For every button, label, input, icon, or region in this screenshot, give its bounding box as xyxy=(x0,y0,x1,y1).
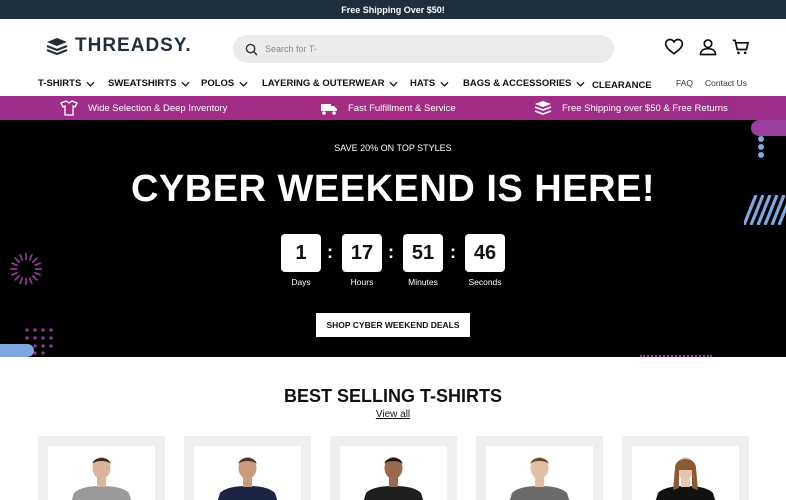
product-card[interactable] xyxy=(622,436,749,500)
tshirt-shape xyxy=(217,486,278,500)
nav-item-label: LAYERING & OUTERWEAR xyxy=(262,78,385,89)
product-card[interactable] xyxy=(330,436,457,500)
product-card[interactable] xyxy=(184,436,311,500)
nav-item-label: CLEARANCE xyxy=(592,80,652,91)
product-card[interactable] xyxy=(38,436,165,500)
promo-text: Free Shipping Over $50! xyxy=(341,4,445,15)
countdown-separator: : xyxy=(327,242,333,262)
tshirt-stack-icon xyxy=(60,100,78,116)
product-image xyxy=(48,446,155,500)
logo-icon xyxy=(46,38,68,56)
tshirt-shape xyxy=(363,486,424,500)
nav-item-layering-outerwear[interactable]: LAYERING & OUTERWEAR xyxy=(262,78,399,89)
countdown-separator: : xyxy=(450,242,456,262)
benefit-text: Wide Selection & Deep Inventory xyxy=(88,102,228,114)
faq-link[interactable]: FAQ xyxy=(676,78,693,88)
hero-banner: SAVE 20% ON TOP STYLES CYBER WEEKEND IS … xyxy=(0,120,786,357)
benefit-text: Fast Fulfillment & Service xyxy=(348,102,456,114)
promo-bar: Free Shipping Over $50! xyxy=(0,0,786,19)
product-image xyxy=(486,446,593,500)
search-icon xyxy=(245,43,258,56)
product-card[interactable] xyxy=(476,436,603,500)
contact-us-link[interactable]: Contact Us xyxy=(705,78,747,88)
benefit-item-selection: Wide Selection & Deep Inventory xyxy=(60,100,227,116)
countdown-label-days: Days xyxy=(291,277,311,287)
benefit-item-free-shipping: Free Shipping over $50 & Free Returns xyxy=(534,100,728,116)
product-image xyxy=(340,446,447,500)
decorative-dotted-line xyxy=(640,355,712,357)
decorative-purple-pill xyxy=(751,120,786,136)
nav-item-sweatshirts[interactable]: SWEATSHIRTS xyxy=(108,78,190,89)
cart-icon xyxy=(732,39,750,55)
shop-deals-button[interactable]: SHOP CYBER WEEKEND DEALS xyxy=(316,313,470,337)
nav-item-polos[interactable]: POLOS xyxy=(201,78,248,89)
search-input[interactable] xyxy=(265,44,585,54)
benefits-strip: Wide Selection & Deep Inventory Fast Ful… xyxy=(0,96,786,120)
benefit-text: Free Shipping over $50 & Free Returns xyxy=(562,102,728,114)
logo[interactable]: THREADSY. xyxy=(45,35,192,57)
countdown-label-hours: Hours xyxy=(350,277,374,287)
chevron-down-icon xyxy=(86,81,95,87)
countdown-hours: 17 xyxy=(342,234,382,272)
benefit-item-fulfillment: Fast Fulfillment & Service xyxy=(320,100,456,116)
tshirt-shape xyxy=(71,486,132,500)
model-figure xyxy=(217,457,278,500)
nav-item-hats[interactable]: HATS xyxy=(410,78,449,89)
cart-button[interactable] xyxy=(730,36,752,58)
logo-text: THREADSY. xyxy=(75,35,192,56)
nav-item-clearance[interactable]: CLEARANCE xyxy=(592,80,652,91)
hero-title: CYBER WEEKEND IS HERE! xyxy=(130,168,656,210)
account-button[interactable] xyxy=(697,36,719,58)
model-figure xyxy=(509,457,570,500)
wishlist-button[interactable] xyxy=(663,36,685,58)
nav-item-label: HATS xyxy=(410,78,436,89)
nav-item-label: SWEATSHIRTS xyxy=(108,78,177,89)
model-figure xyxy=(71,457,132,500)
chevron-down-icon xyxy=(576,81,585,87)
decorative-starburst xyxy=(10,253,42,285)
product-image xyxy=(194,446,301,500)
main-nav: T-SHIRTS SWEATSHIRTS POLOS LAYERING & OU… xyxy=(0,73,786,96)
chevron-down-icon xyxy=(181,81,190,87)
model-figure xyxy=(363,457,424,500)
chevron-down-icon xyxy=(239,81,248,87)
chevron-down-icon xyxy=(389,81,399,87)
fast-truck-icon xyxy=(321,104,337,115)
nav-item-label: POLOS xyxy=(201,78,235,89)
model-figure xyxy=(655,457,716,500)
nav-item-bags-accessories[interactable]: BAGS & ACCESSORIES xyxy=(463,78,585,89)
countdown-separator: : xyxy=(388,242,394,262)
countdown-label-seconds: Seconds xyxy=(468,277,502,287)
product-image xyxy=(632,446,739,500)
tshirt-shape xyxy=(655,486,716,500)
section-title: BEST SELLING T-SHIRTS xyxy=(283,386,502,406)
site-header: THREADSY. xyxy=(0,19,786,73)
tshirt-shape xyxy=(509,486,570,500)
countdown-seconds: 46 xyxy=(465,234,505,272)
nav-item-t-shirts[interactable]: T-SHIRTS xyxy=(38,78,95,89)
nav-item-label: BAGS & ACCESSORIES xyxy=(463,78,572,89)
search-bar[interactable] xyxy=(233,35,614,63)
hero-subtitle: SAVE 20% ON TOP STYLES xyxy=(334,143,452,153)
heart-icon xyxy=(664,38,684,55)
countdown-minutes: 51 xyxy=(403,234,443,272)
user-icon xyxy=(699,39,717,56)
decorative-blue-pill xyxy=(0,344,34,357)
chevron-down-icon xyxy=(440,81,449,87)
countdown-label-minutes: Minutes xyxy=(408,277,438,287)
countdown-days: 1 xyxy=(281,234,321,272)
nav-item-label: T-SHIRTS xyxy=(38,78,82,89)
box-stack-icon xyxy=(534,101,552,115)
view-all-link[interactable]: View all xyxy=(0,409,786,420)
